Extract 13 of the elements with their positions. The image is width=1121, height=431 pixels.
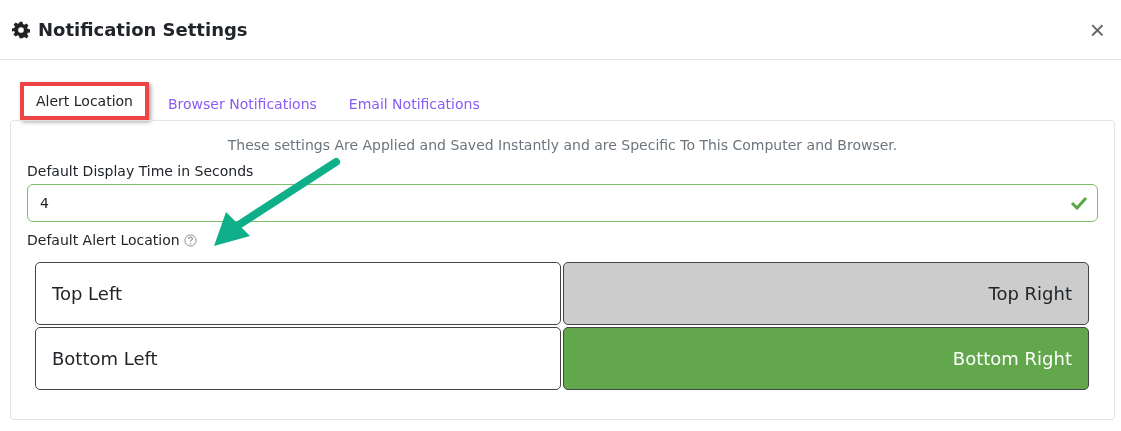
info-text: These settings Are Applied and Saved Instantly and are Specific To This Computer and Browser. xyxy=(226,137,899,153)
help-icon[interactable] xyxy=(183,233,197,247)
location-option[interactable]: Top Right xyxy=(563,262,1089,325)
tab[interactable]: Alert Location xyxy=(20,82,149,120)
check-icon xyxy=(1070,196,1088,210)
field-label: Default Display Time in Seconds xyxy=(27,163,254,179)
input-field[interactable]: 4 xyxy=(27,184,1098,222)
field-label: Default Alert Location xyxy=(27,232,180,248)
location-option[interactable]: Bottom Left xyxy=(35,327,561,390)
location-option[interactable]: Top Left xyxy=(35,262,561,325)
close-button[interactable]: × xyxy=(1085,16,1109,43)
gear-icon xyxy=(12,20,30,39)
window-title: Notification Settings xyxy=(38,19,248,40)
